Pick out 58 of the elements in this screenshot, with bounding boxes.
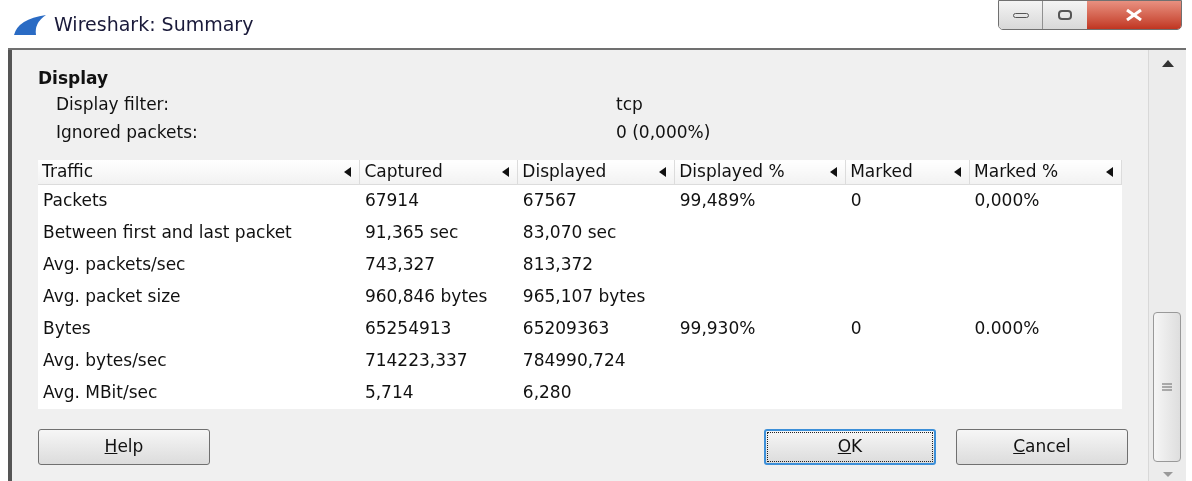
sort-arrow-icon xyxy=(1106,167,1113,177)
column-header[interactable]: Displayed % xyxy=(675,160,846,184)
table-cell: 714223,337 xyxy=(364,349,468,370)
column-header[interactable]: Marked % xyxy=(970,160,1121,184)
table-cell: Bytes xyxy=(43,317,91,338)
field-label: Ignored packets: xyxy=(56,121,199,144)
field-value: 0 (0,000%) xyxy=(616,121,711,144)
table-cell: 65209363 xyxy=(522,317,610,338)
table-cell: 0.000% xyxy=(974,317,1040,338)
table-cell: 0,000% xyxy=(974,190,1040,210)
grip-icon xyxy=(1162,383,1172,391)
sort-arrow-icon xyxy=(659,167,667,177)
column-header[interactable]: Marked xyxy=(846,160,970,184)
table-cell: 83,070 sec xyxy=(522,221,617,242)
maximize-button[interactable] xyxy=(1043,1,1087,29)
table-cell: 65254913 xyxy=(364,317,452,338)
cancel-button[interactable]: Cancel xyxy=(956,428,1128,465)
help-button[interactable]: Help xyxy=(38,428,210,465)
sort-arrow-icon xyxy=(344,167,352,177)
table-cell: 960,846 bytes xyxy=(364,285,488,306)
scrollbar[interactable] xyxy=(1148,50,1186,481)
column-header[interactable]: Displayed xyxy=(518,160,675,184)
close-button[interactable] xyxy=(1087,1,1181,29)
table-cell: Avg. bytes/sec xyxy=(43,349,167,370)
scroll-thumb[interactable] xyxy=(1153,312,1181,462)
table-cell: Packets xyxy=(43,190,108,210)
table-cell: Avg. MBit/sec xyxy=(43,381,158,402)
table-cell: 6,280 xyxy=(522,381,572,402)
table-cell: Avg. packets/sec xyxy=(43,253,186,274)
table-cell: 67914 xyxy=(364,190,419,210)
table-cell: 743,327 xyxy=(364,253,436,274)
column-header[interactable]: Captured xyxy=(360,160,518,184)
close-icon xyxy=(1125,9,1143,21)
sort-arrow-icon xyxy=(502,167,510,177)
table-cell: 0 xyxy=(850,190,862,210)
table-cell: 99,930% xyxy=(679,317,756,338)
sort-arrow-icon xyxy=(954,167,962,177)
table-cell: 99,489% xyxy=(679,190,756,210)
table-cell: 784990,724 xyxy=(522,349,626,370)
section-heading: Display xyxy=(38,67,110,90)
shark-fin-icon xyxy=(14,13,46,35)
table-cell: 813,372 xyxy=(522,253,594,274)
table-cell: 0 xyxy=(850,317,862,338)
ok-button[interactable]: OK xyxy=(764,428,936,465)
column-header[interactable]: Traffic xyxy=(38,160,360,184)
field-value: tcp xyxy=(616,93,643,116)
scroll-down-icon[interactable] xyxy=(1162,472,1173,477)
minimize-button[interactable] xyxy=(999,1,1043,29)
scroll-up-icon[interactable] xyxy=(1161,60,1174,67)
window-title: Wireshark: Summary xyxy=(54,11,254,37)
table-cell: Between first and last packet xyxy=(43,221,292,242)
table-cell: 91,365 sec xyxy=(364,221,459,242)
table-cell: 965,107 bytes xyxy=(522,285,646,306)
table-cell: 67567 xyxy=(522,190,577,210)
field-label: Display filter: xyxy=(56,93,171,116)
sort-arrow-icon xyxy=(830,167,838,177)
table-cell: Avg. packet size xyxy=(43,285,181,306)
table-cell: 5,714 xyxy=(364,381,414,402)
